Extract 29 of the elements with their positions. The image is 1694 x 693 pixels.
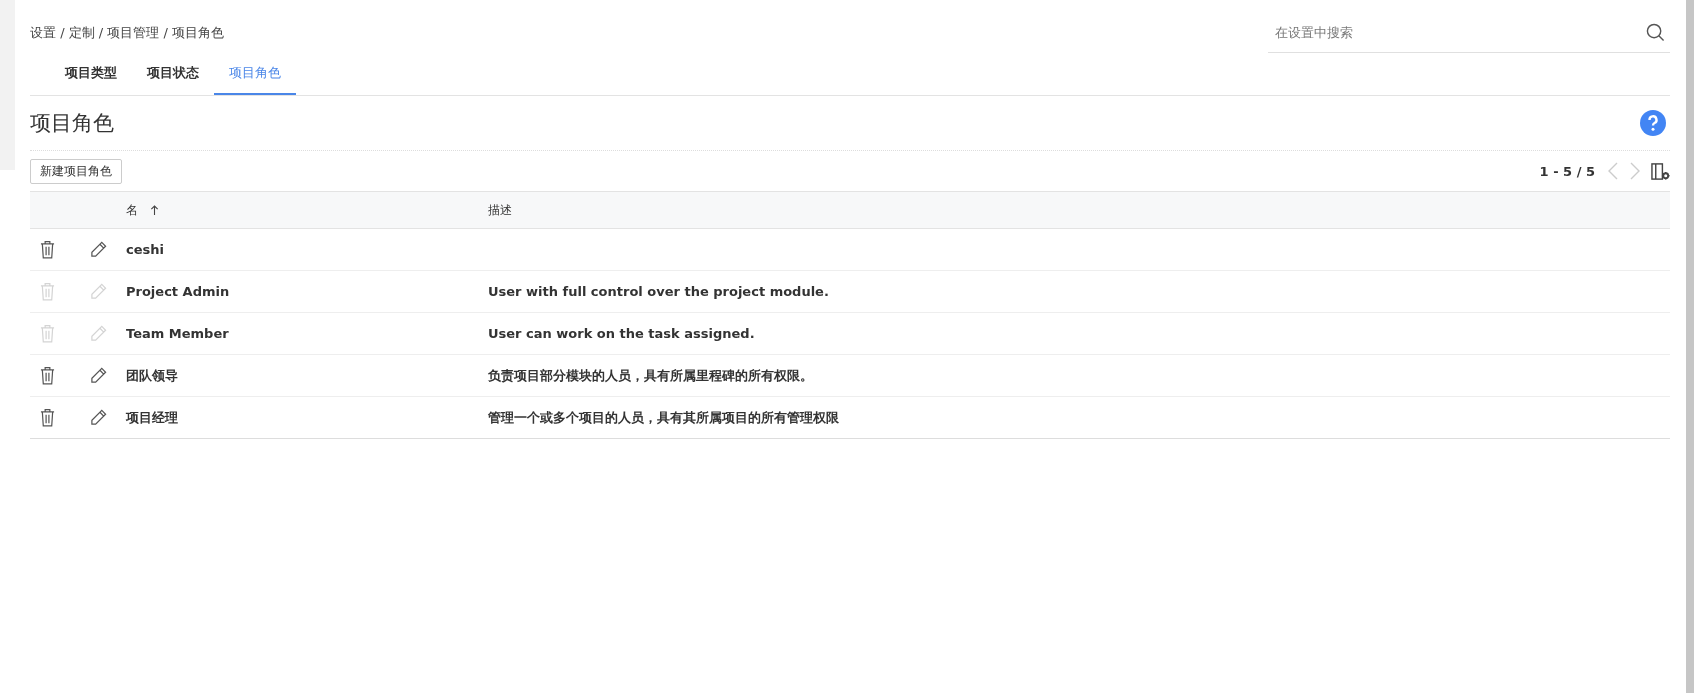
tab[interactable]: 项目类型 bbox=[50, 60, 132, 95]
scrollbar[interactable] bbox=[1686, 0, 1694, 693]
pagination-count: 1 - 5 / 5 bbox=[1539, 163, 1595, 179]
role-description: 负责项目部分模块的人员，具有所属里程碑的所有权限。 bbox=[488, 367, 813, 383]
search-icon[interactable] bbox=[1646, 23, 1665, 42]
role-description: 管理一个或多个项目的人员，具有其所属项目的所有管理权限 bbox=[488, 409, 839, 425]
breadcrumb: 设置 / 定制 / 项目管理 / 项目角色 bbox=[30, 24, 224, 42]
pencil-icon[interactable] bbox=[90, 367, 107, 384]
trash-icon[interactable] bbox=[40, 240, 55, 259]
role-name: Project Admin bbox=[126, 284, 230, 299]
pencil-icon[interactable] bbox=[90, 409, 107, 426]
trash-icon[interactable] bbox=[40, 408, 55, 427]
role-name: 项目经理 bbox=[126, 409, 178, 425]
pencil-icon[interactable] bbox=[90, 241, 107, 258]
tab[interactable]: 项目角色 bbox=[214, 60, 296, 95]
new-role-button[interactable]: 新建项目角色 bbox=[30, 158, 122, 184]
column-settings-icon[interactable] bbox=[1651, 161, 1670, 181]
page-title: 项目角色 bbox=[30, 110, 114, 137]
tab[interactable]: 项目状态 bbox=[132, 60, 214, 95]
role-description: User with full control over the project module. bbox=[488, 284, 829, 299]
trash-icon[interactable] bbox=[40, 366, 55, 385]
role-description: User can work on the task assigned. bbox=[488, 326, 755, 341]
role-name: Team Member bbox=[126, 326, 229, 341]
sort-ascending-icon[interactable] bbox=[150, 204, 159, 216]
help-icon[interactable] bbox=[1640, 110, 1666, 136]
role-name: ceshi bbox=[126, 242, 164, 257]
role-name: 团队领导 bbox=[126, 367, 178, 383]
column-header[interactable]: 描述 bbox=[488, 202, 512, 217]
column-header[interactable]: 名 bbox=[126, 201, 138, 219]
